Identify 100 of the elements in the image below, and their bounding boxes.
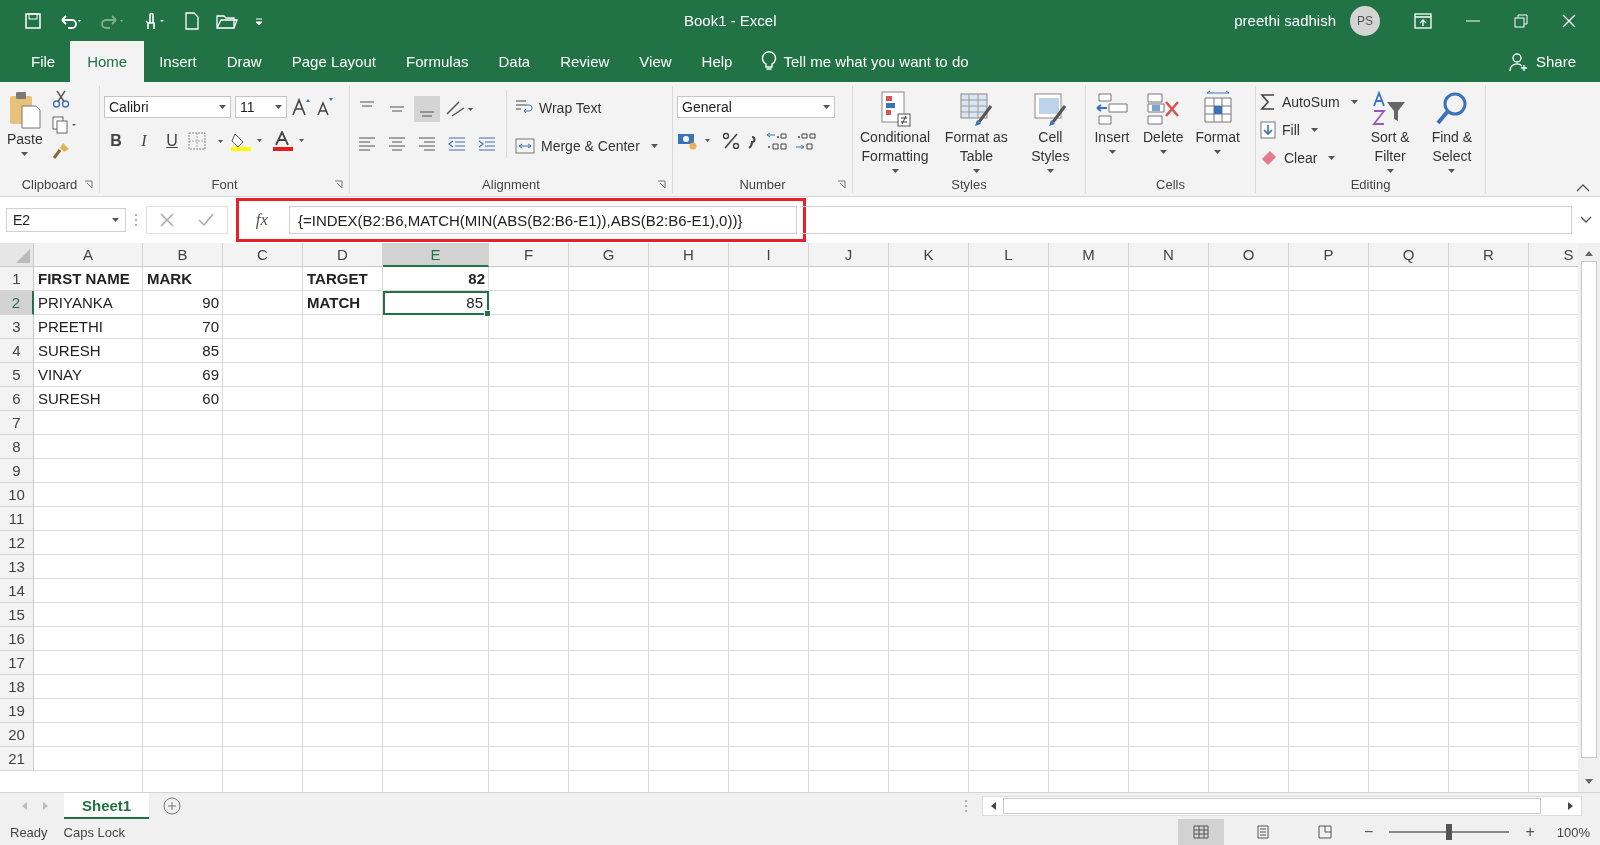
row-header[interactable]: 9 — [0, 459, 34, 483]
horizontal-scrollbar[interactable] — [982, 796, 1582, 816]
row-header[interactable]: 21 — [0, 747, 34, 771]
styles-button[interactable]: Format as Table — [939, 90, 1014, 173]
menu-tab[interactable]: File — [16, 41, 71, 82]
wrap-text-button[interactable]: Wrap Text — [515, 96, 658, 120]
column-header[interactable]: F — [489, 243, 569, 267]
save-icon[interactable] — [24, 11, 42, 30]
paste-button[interactable]: Paste — [4, 90, 46, 156]
styles-button[interactable]: Cell Styles — [1019, 90, 1081, 173]
scissors-icon[interactable] — [51, 90, 70, 108]
row-header[interactable]: 12 — [0, 531, 34, 555]
zoom-slider-thumb[interactable] — [1446, 824, 1453, 840]
row-header[interactable]: 18 — [0, 675, 34, 699]
tell-me-search[interactable]: Tell me what you want to do — [783, 41, 969, 82]
percent-icon[interactable] — [721, 131, 741, 151]
enter-icon[interactable] — [198, 213, 214, 227]
font-size-dropdown[interactable]: 11 — [235, 96, 287, 118]
row-header[interactable]: 13 — [0, 555, 34, 579]
row-header[interactable]: 6 — [0, 387, 34, 411]
menu-tab[interactable]: Help — [686, 41, 748, 82]
row-header[interactable]: 3 — [0, 315, 34, 339]
menu-tab[interactable]: Home — [70, 41, 145, 82]
font-name-dropdown[interactable]: Calibri — [104, 96, 231, 118]
ribbon-display-icon[interactable] — [1414, 12, 1432, 29]
copy-icon[interactable] — [51, 116, 78, 134]
scroll-right-icon[interactable] — [1567, 801, 1575, 811]
column-header[interactable]: L — [969, 243, 1049, 267]
row-header[interactable]: 19 — [0, 699, 34, 723]
row-header[interactable]: 7 — [0, 411, 34, 435]
dialog-launcher-icon[interactable] — [657, 180, 666, 189]
italic-button[interactable]: I — [132, 130, 156, 152]
bold-button[interactable]: B — [104, 130, 128, 152]
column-header[interactable]: Q — [1369, 243, 1449, 267]
row-header[interactable]: 20 — [0, 723, 34, 747]
column-header[interactable]: C — [223, 243, 303, 267]
row-header[interactable]: 5 — [0, 363, 34, 387]
minimize-icon[interactable] — [1466, 19, 1480, 22]
column-header[interactable]: A — [34, 243, 143, 267]
row-header[interactable]: 16 — [0, 627, 34, 651]
share-button[interactable]: Share — [1527, 41, 1600, 82]
view-button[interactable] — [1178, 819, 1225, 845]
row-header[interactable]: 1 — [0, 267, 34, 291]
dialog-launcher-icon[interactable] — [334, 180, 343, 189]
column-header[interactable]: B — [143, 243, 223, 267]
styles-button[interactable]: Conditional Formatting — [857, 90, 934, 173]
row-header[interactable]: 14 — [0, 579, 34, 603]
menu-tab[interactable]: Page Layout — [276, 41, 391, 82]
underline-button[interactable]: U — [160, 130, 184, 152]
column-header[interactable]: R — [1449, 243, 1529, 267]
scroll-up-icon[interactable] — [1584, 249, 1594, 257]
new-file-icon[interactable] — [184, 11, 200, 30]
collapse-ribbon-icon[interactable] — [1576, 184, 1590, 192]
column-header[interactable]: D — [303, 243, 383, 267]
row-header[interactable]: 15 — [0, 603, 34, 627]
column-header[interactable]: P — [1289, 243, 1369, 267]
dialog-launcher-icon[interactable] — [84, 180, 93, 189]
editing-button[interactable]: Find & Select — [1422, 90, 1481, 173]
menu-tab[interactable]: Draw — [211, 41, 277, 82]
menu-tab[interactable]: Review — [545, 41, 625, 82]
row-header[interactable]: 2 — [0, 291, 34, 315]
menu-tab[interactable]: Insert — [144, 41, 212, 82]
cells-button[interactable]: Format — [1192, 90, 1243, 154]
expand-formula-icon[interactable] — [1580, 216, 1592, 224]
row-header[interactable]: 11 — [0, 507, 34, 531]
sheet-tab[interactable]: Sheet1 — [64, 793, 150, 819]
cells-button[interactable]: Delete — [1140, 90, 1187, 154]
decrease-decimal-icon[interactable] — [793, 130, 819, 152]
column-header[interactable]: O — [1209, 243, 1289, 267]
column-header[interactable]: J — [809, 243, 889, 267]
number-format-dropdown[interactable]: General — [677, 96, 835, 118]
menu-tab[interactable]: View — [624, 41, 687, 82]
editing-button[interactable]: AutoSum — [1260, 90, 1358, 114]
cancel-icon[interactable] — [160, 213, 174, 227]
row-header[interactable]: 10 — [0, 483, 34, 507]
restore-icon[interactable] — [1514, 13, 1528, 28]
column-header[interactable]: G — [569, 243, 649, 267]
editing-button[interactable]: Sort & Filter — [1363, 90, 1417, 173]
format-painter-icon[interactable] — [51, 142, 70, 160]
zoom-in-button[interactable]: + — [1525, 823, 1535, 841]
zoom-out-button[interactable]: − — [1364, 823, 1374, 841]
cells-button[interactable]: Insert — [1090, 90, 1134, 154]
editing-button[interactable]: Fill — [1260, 118, 1358, 142]
vertical-scrollbar-thumb[interactable] — [1581, 261, 1597, 758]
column-header[interactable]: H — [649, 243, 729, 267]
editing-button[interactable]: Clear — [1260, 146, 1358, 170]
column-header[interactable]: N — [1129, 243, 1209, 267]
increase-font-size-icon[interactable] — [291, 97, 311, 117]
dialog-launcher-icon[interactable] — [837, 180, 846, 189]
column-header[interactable]: M — [1049, 243, 1129, 267]
column-header[interactable]: S — [1529, 243, 1578, 267]
scroll-down-icon[interactable] — [1584, 778, 1594, 786]
column-header[interactable]: K — [889, 243, 969, 267]
decrease-font-size-icon[interactable] — [315, 97, 335, 117]
merge-center-button[interactable]: Merge & Center — [515, 134, 658, 158]
row-header[interactable]: 8 — [0, 435, 34, 459]
add-sheet-icon[interactable] — [163, 797, 182, 815]
insert-function-button[interactable]: fx — [245, 210, 279, 230]
scroll-left-icon[interactable] — [989, 801, 997, 811]
menu-tab[interactable]: Data — [483, 41, 546, 82]
